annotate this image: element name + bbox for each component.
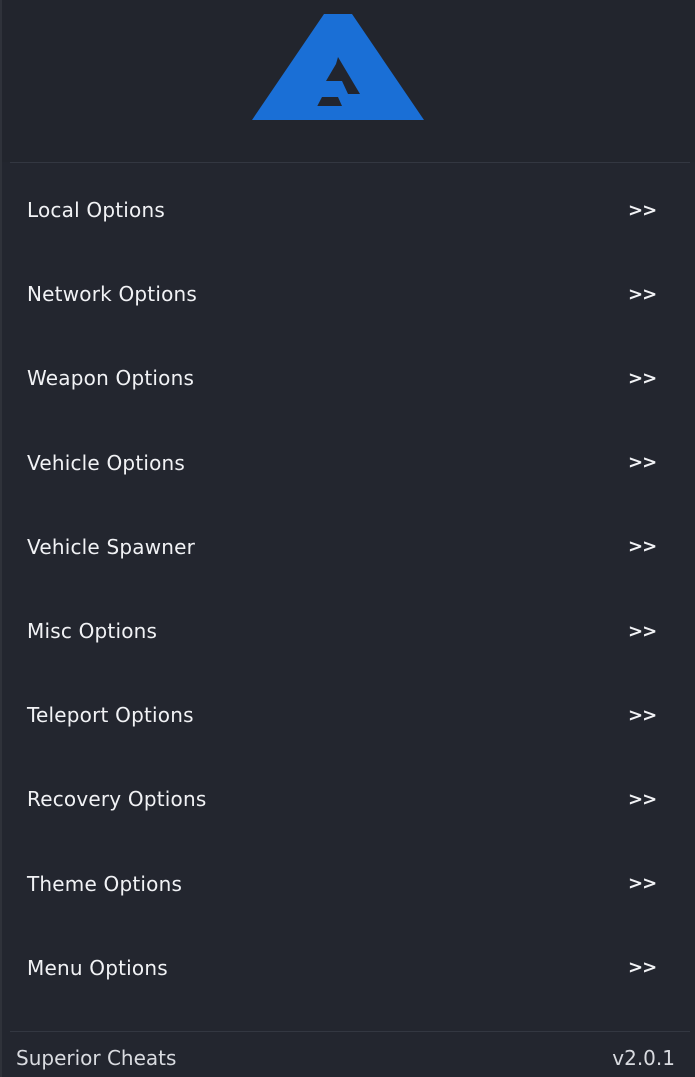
submenu-arrow-icon: >> [628, 199, 657, 221]
menu-item-weapon-options[interactable]: Weapon Options >> [2, 336, 695, 420]
menu-list: Local Options >> Network Options >> Weap… [2, 168, 695, 1010]
submenu-arrow-icon: >> [628, 367, 657, 389]
menu-item-vehicle-spawner[interactable]: Vehicle Spawner >> [2, 505, 695, 589]
menu-item-label: Vehicle Spawner [27, 534, 196, 559]
menu-item-label: Recovery Options [27, 787, 207, 812]
menu-item-label: Menu Options [27, 955, 168, 980]
menu-item-local-options[interactable]: Local Options >> [2, 168, 695, 252]
submenu-arrow-icon: >> [628, 788, 657, 810]
submenu-arrow-icon: >> [628, 957, 657, 979]
submenu-arrow-icon: >> [628, 704, 657, 726]
menu-header [2, 0, 695, 162]
menu-item-teleport-options[interactable]: Teleport Options >> [2, 673, 695, 757]
version-label: v2.0.1 [612, 1046, 675, 1070]
menu-panel: Local Options >> Network Options >> Weap… [0, 0, 695, 1077]
menu-item-theme-options[interactable]: Theme Options >> [2, 842, 695, 926]
menu-item-label: Vehicle Options [27, 450, 186, 475]
menu-item-label: Teleport Options [27, 703, 194, 728]
menu-item-label: Weapon Options [27, 366, 195, 391]
submenu-arrow-icon: >> [628, 283, 657, 305]
submenu-arrow-icon: >> [628, 452, 657, 474]
submenu-arrow-icon: >> [628, 620, 657, 642]
brand-logo-icon [252, 14, 424, 120]
menu-item-label: Theme Options [27, 871, 183, 896]
submenu-arrow-icon: >> [628, 873, 657, 895]
menu-item-misc-options[interactable]: Misc Options >> [2, 589, 695, 673]
menu-item-label: Local Options [27, 198, 165, 223]
menu-item-label: Misc Options [27, 619, 158, 644]
menu-item-network-options[interactable]: Network Options >> [2, 252, 695, 336]
footer-brand: Superior Cheats [16, 1046, 177, 1070]
header-divider [10, 162, 690, 163]
menu-item-recovery-options[interactable]: Recovery Options >> [2, 757, 695, 841]
footer-divider [10, 1031, 690, 1032]
menu-item-label: Network Options [27, 282, 198, 307]
menu-item-vehicle-options[interactable]: Vehicle Options >> [2, 421, 695, 505]
submenu-arrow-icon: >> [628, 536, 657, 558]
menu-item-menu-options[interactable]: Menu Options >> [2, 926, 695, 1010]
menu-footer: Superior Cheats v2.0.1 [2, 1033, 695, 1077]
